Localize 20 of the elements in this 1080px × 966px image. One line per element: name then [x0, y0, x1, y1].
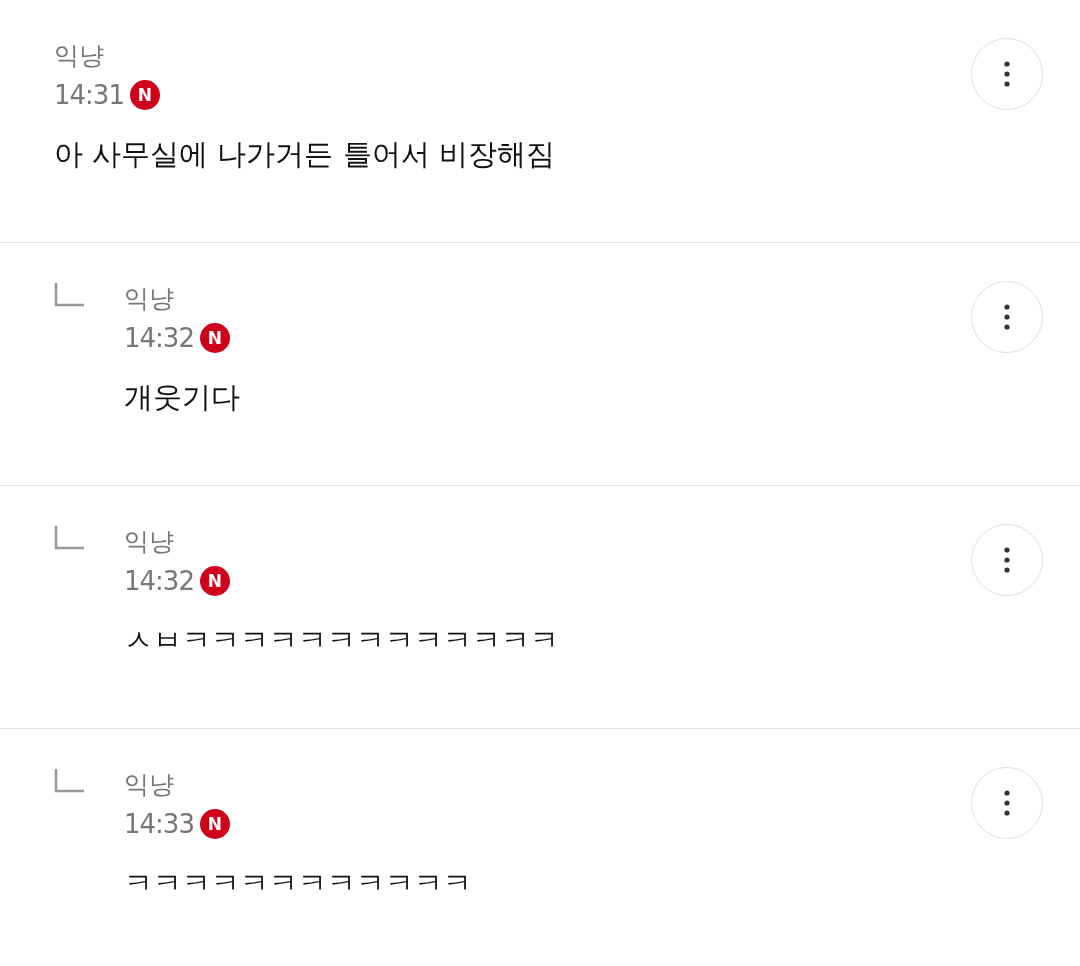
new-badge: N: [129, 80, 160, 110]
comment-time: 14:32: [124, 323, 194, 353]
kebab-icon: [1004, 790, 1010, 816]
author-name: 익냥: [124, 283, 175, 315]
comment-time: 14:32: [124, 566, 194, 596]
kebab-icon: [1004, 304, 1010, 330]
new-badge: N: [199, 809, 230, 839]
new-badge: N: [199, 566, 230, 596]
author-name: 익냥: [124, 526, 175, 558]
kebab-icon: [1004, 547, 1010, 573]
author-name: 익냥: [124, 769, 175, 801]
comment-time: 14:31: [54, 80, 124, 110]
comment-text: 아 사무실에 나가거든 틀어서 비장해짐: [54, 136, 556, 173]
comment-text: ㅅㅂㅋㅋㅋㅋㅋㅋㅋㅋㅋㅋㅋㅋㅋ: [124, 622, 560, 659]
comment-time: 14:33: [124, 809, 194, 839]
kebab-icon: [1004, 61, 1010, 87]
new-badge: N: [199, 323, 230, 353]
comment-text: 개웃기다: [124, 379, 241, 416]
comment-text: ㅋㅋㅋㅋㅋㅋㅋㅋㅋㅋㅋㅋ: [124, 865, 473, 902]
author-name: 익냥: [54, 40, 105, 72]
